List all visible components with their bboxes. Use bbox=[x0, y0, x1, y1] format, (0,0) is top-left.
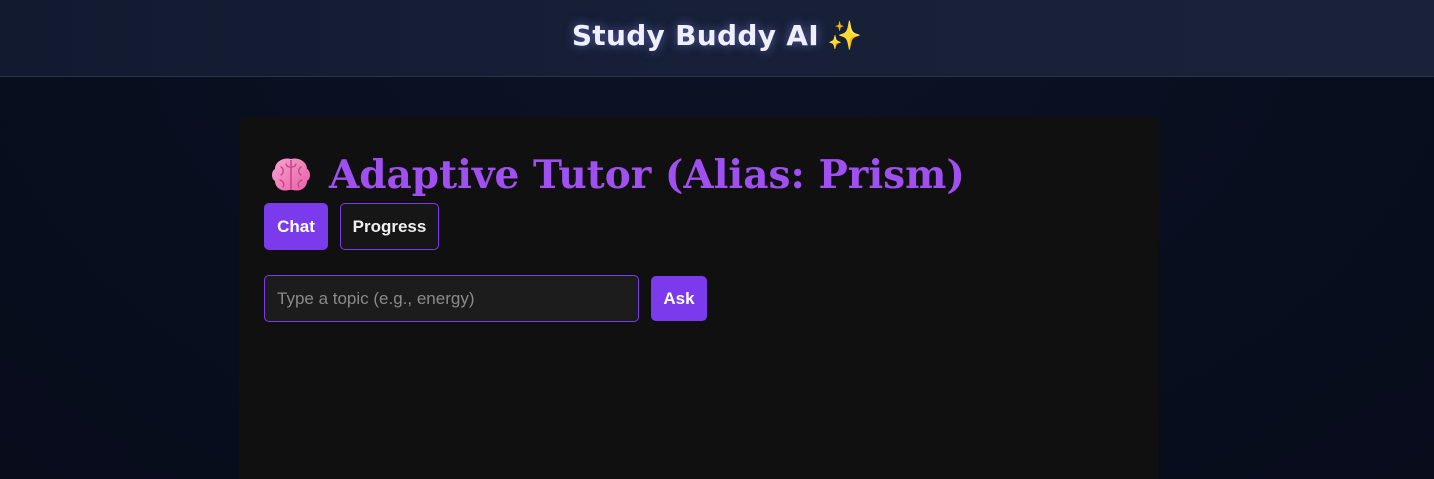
tutor-panel: Adaptive Tutor (Alias: Prism) Chat Progr… bbox=[239, 117, 1159, 479]
ask-button[interactable]: Ask bbox=[651, 276, 707, 321]
tutor-tabs: Chat Progress bbox=[264, 203, 439, 250]
ask-row: Ask bbox=[264, 275, 707, 322]
tab-chat[interactable]: Chat bbox=[264, 203, 328, 250]
tutor-heading-text: Adaptive Tutor (Alias: Prism) bbox=[329, 152, 965, 198]
tab-progress[interactable]: Progress bbox=[340, 203, 439, 250]
sparkles-icon: ✨ bbox=[827, 18, 863, 52]
brain-icon bbox=[269, 155, 313, 195]
topic-input[interactable] bbox=[264, 275, 639, 322]
app-root: Study Buddy AI ✨ Adaptive Tutor (Alias: … bbox=[0, 0, 1434, 479]
app-title: Study Buddy AI ✨ bbox=[572, 19, 862, 52]
tutor-heading: Adaptive Tutor (Alias: Prism) bbox=[269, 147, 965, 203]
app-title-text: Study Buddy AI bbox=[571, 18, 819, 52]
top-bar: Study Buddy AI ✨ bbox=[0, 0, 1434, 77]
